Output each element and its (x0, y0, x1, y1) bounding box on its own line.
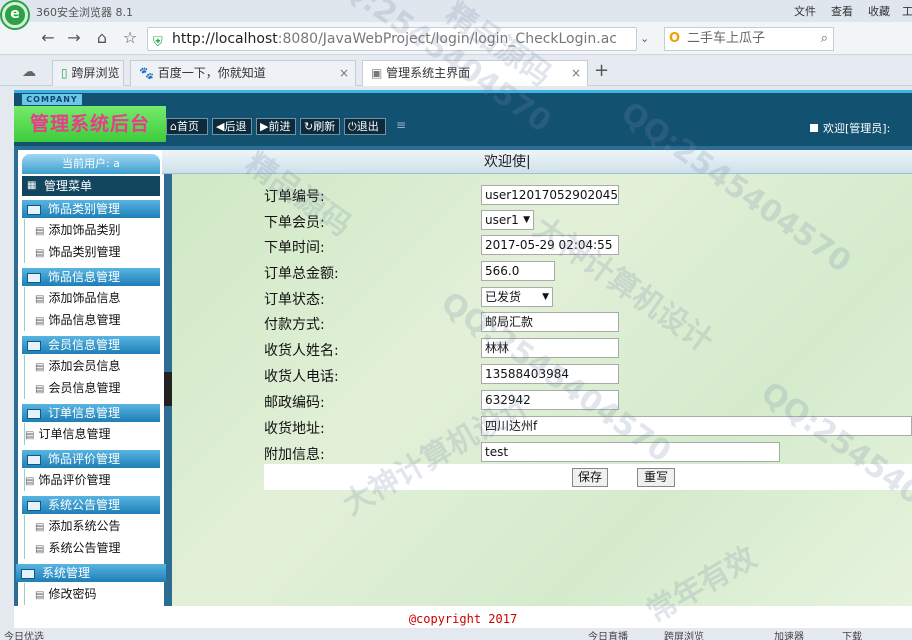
label-postcode: 邮政编码: (264, 395, 325, 411)
status-accelerator[interactable]: 加速器 (774, 628, 804, 640)
page-title: 欢迎使| (162, 150, 912, 174)
reset-button[interactable]: 重写 (637, 468, 675, 487)
company-logo: COMPANY (22, 94, 82, 105)
grid-icon: ▦ (27, 180, 37, 191)
order-time-field[interactable]: 2017-05-29 02:04:55 (481, 235, 619, 255)
window-titlebar (0, 0, 912, 22)
page-icon: ▣ (371, 66, 383, 80)
star-icon[interactable]: ☆ (120, 28, 140, 48)
label-total: 订单总金额: (264, 266, 339, 282)
status-download[interactable]: 下载 (842, 628, 862, 640)
label-payment: 付款方式: (264, 317, 325, 333)
refresh-button[interactable]: ↻刷新 (300, 118, 340, 135)
extra-info-field[interactable]: test (481, 442, 780, 462)
label-extra-info: 附加信息: (264, 447, 325, 463)
sidebar-item-manage-notice[interactable]: 系统公告管理 (24, 537, 158, 559)
group-category[interactable]: 饰品类别管理 (22, 200, 160, 218)
search-input[interactable]: O 二手车上瓜子 ⌕ (664, 27, 834, 51)
label-order-time: 下单时间: (264, 240, 325, 256)
browser-logo-icon: e (2, 2, 28, 28)
order-no-field[interactable]: user120170529020455 (481, 185, 619, 205)
sidebar-item-manage-order[interactable]: 订单信息管理 (24, 423, 158, 445)
search-icon[interactable]: ⌕ (821, 28, 828, 50)
sidebar-item-manage-category[interactable]: 饰品类别管理 (24, 241, 158, 263)
menu-tools[interactable]: 工 (902, 3, 912, 19)
cloud-icon[interactable]: ☁ (22, 64, 36, 80)
forward-button[interactable]: ▶前进 (256, 118, 296, 135)
tab-label: 跨屏浏览 (71, 66, 120, 80)
label-status: 订单状态: (264, 292, 325, 308)
sidebar-item-add-category[interactable]: 添加饰品类别 (24, 219, 158, 241)
url-host: http://localhost (172, 31, 278, 47)
group-order[interactable]: 订单信息管理 (22, 404, 160, 422)
forward-icon[interactable]: → (64, 28, 84, 48)
phone-icon: ▯ (61, 66, 68, 80)
sidebar-collapse-handle[interactable] (164, 372, 172, 406)
member-select[interactable]: user1 (481, 210, 534, 230)
receiver-phone-field[interactable]: 13588403984 (481, 364, 619, 384)
sidebar-item-add-member[interactable]: 添加会员信息 (24, 355, 158, 377)
address-toolbar: ← → ⌂ ☆ ⛨ http://localhost:8080/JavaWebPr… (0, 22, 912, 55)
receiver-name-field[interactable]: 林林 (481, 338, 619, 358)
logout-button[interactable]: ⏻退出 (344, 118, 386, 135)
home-button[interactable]: ⌂首页 (166, 118, 208, 135)
status-live[interactable]: 今日直播 (588, 628, 628, 640)
browser-title: 360安全浏览器 8.1 (36, 6, 133, 19)
address-field[interactable]: 四川达州f (481, 416, 912, 436)
baidu-icon: 🐾 (139, 66, 154, 80)
sidebar-menu-title: 管理菜单 (22, 176, 160, 196)
payment-field[interactable]: 邮局汇款 (481, 312, 619, 332)
tab-admin-main[interactable]: ▣ 管理系统主界面 × (362, 60, 588, 86)
copyright: @copyright 2017 (14, 606, 912, 628)
close-icon[interactable]: × (339, 61, 349, 85)
search-engine-icon: O (669, 31, 681, 46)
shield-icon: ⛨ (153, 35, 163, 50)
back-icon[interactable]: ← (38, 28, 58, 48)
welcome-user: 欢迎[管理员]: (810, 120, 890, 136)
tab-cross-screen[interactable]: ▯ 跨屏浏览 (52, 60, 124, 86)
menu-favorites[interactable]: 收藏 (868, 3, 890, 19)
back-button[interactable]: ◀后退 (212, 118, 252, 135)
group-review[interactable]: 饰品评价管理 (22, 450, 160, 468)
status-select[interactable]: 已发货 (481, 287, 553, 307)
group-notice[interactable]: 系统公告管理 (22, 496, 160, 514)
status-cross-screen[interactable]: 跨屏浏览 (664, 628, 704, 640)
label-order-no: 订单编号: (264, 189, 325, 205)
sidebar-item-manage-item[interactable]: 饰品信息管理 (24, 309, 158, 331)
tab-strip: ☁ ▯ 跨屏浏览 🐾 百度一下，你就知道 × ▣ 管理系统主界面 × + (0, 56, 912, 86)
label-member: 下单会员: (264, 215, 325, 231)
url-input[interactable]: ⛨ http://localhost:8080/JavaWebProject/lo… (147, 27, 637, 51)
save-button[interactable]: 保存 (572, 468, 608, 487)
close-icon[interactable]: × (571, 61, 581, 85)
sidebar-item-manage-review[interactable]: 饰品评价管理 (24, 469, 158, 491)
status-today-picks[interactable]: 今日优选 (4, 628, 44, 640)
current-user: 当前用户: a (22, 154, 160, 174)
dropdown-icon[interactable]: ⌄ (640, 32, 649, 45)
tab-label: 管理系统主界面 (386, 66, 471, 80)
group-item-info[interactable]: 饰品信息管理 (22, 268, 160, 286)
group-member[interactable]: 会员信息管理 (22, 336, 160, 354)
menu-icon: ≡ (396, 118, 407, 132)
label-receiver-phone: 收货人电话: (264, 369, 339, 385)
group-system[interactable]: 系统管理 (16, 564, 166, 582)
url-path: :8080/JavaWebProject/login/login_CheckLo… (277, 31, 617, 47)
sidebar-item-add-item[interactable]: 添加饰品信息 (24, 287, 158, 309)
browser-statusbar: 今日优选 今日直播 跨屏浏览 加速器 下载 (0, 628, 912, 640)
brand-title: 管理系统后台 (14, 106, 166, 142)
menu-file[interactable]: 文件 (794, 3, 816, 19)
sidebar-item-change-password[interactable]: 修改密码 (24, 583, 158, 605)
home-icon[interactable]: ⌂ (92, 28, 112, 48)
search-placeholder: 二手车上瓜子 (687, 31, 766, 46)
tab-baidu[interactable]: 🐾 百度一下，你就知道 × (130, 60, 356, 86)
sidebar-item-manage-member[interactable]: 会员信息管理 (24, 377, 158, 399)
menu-view[interactable]: 查看 (831, 3, 853, 19)
label-receiver-name: 收货人姓名: (264, 343, 339, 359)
new-tab-icon[interactable]: + (594, 60, 609, 81)
label-address: 收货地址: (264, 421, 325, 437)
total-field[interactable]: 566.0 (481, 261, 555, 281)
tab-label: 百度一下，你就知道 (157, 66, 266, 80)
sidebar-item-add-notice[interactable]: 添加系统公告 (24, 515, 158, 537)
postcode-field[interactable]: 632942 (481, 390, 619, 410)
